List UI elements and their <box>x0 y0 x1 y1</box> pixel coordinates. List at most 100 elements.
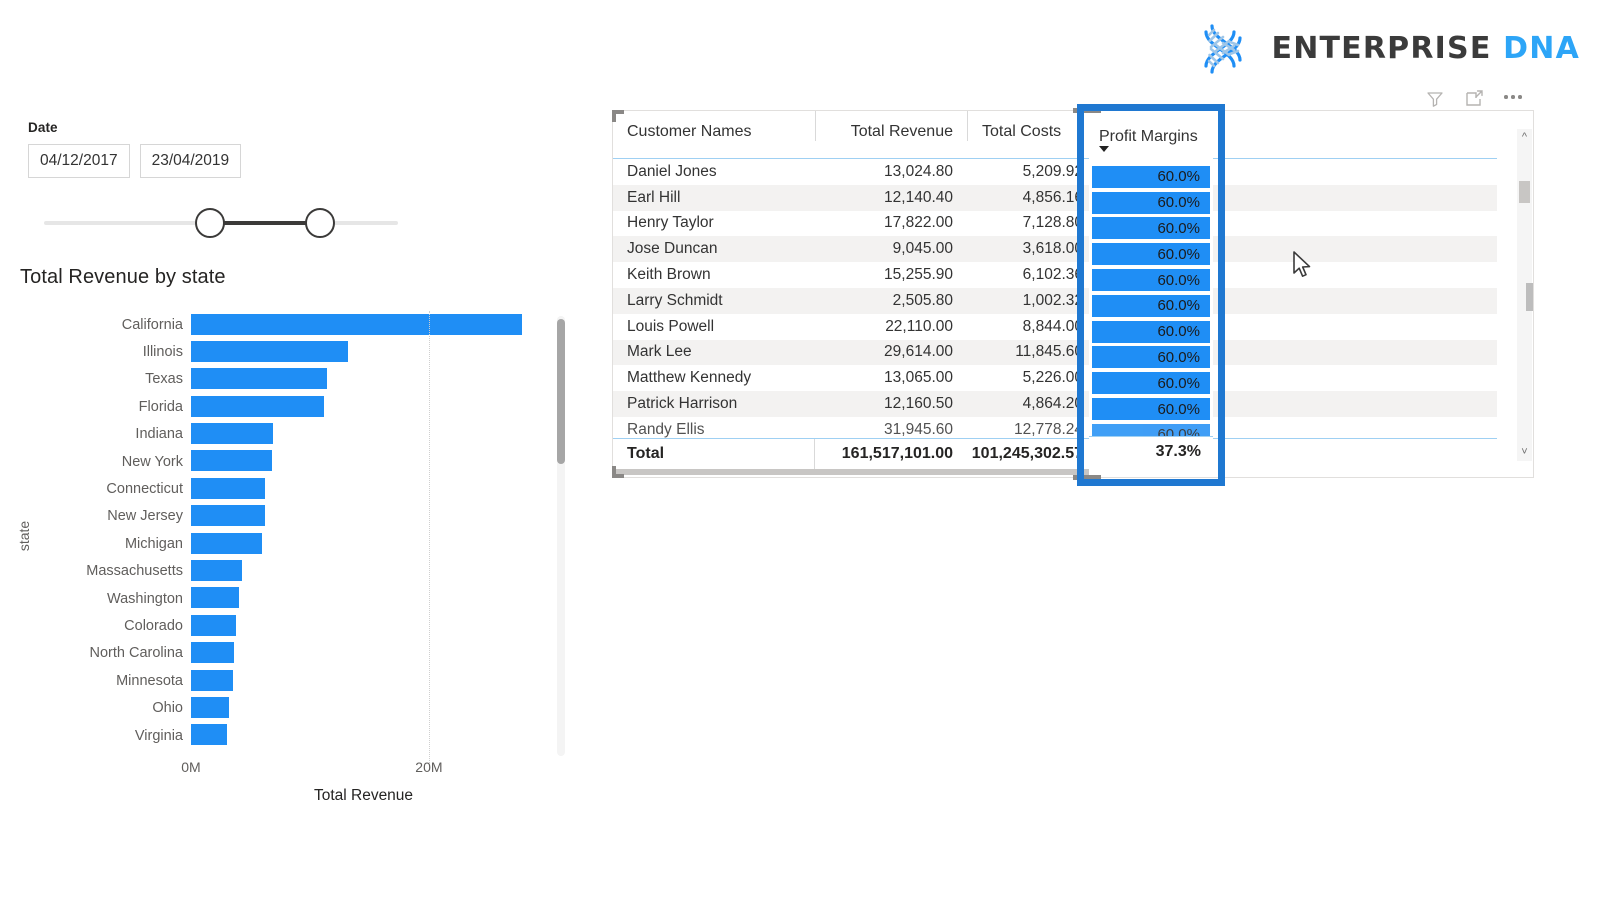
chart-bar-row[interactable]: Indiana <box>191 421 536 448</box>
visual-resize-handle-right[interactable] <box>1526 283 1533 311</box>
table-header-row: Customer Names Total Revenue Total Costs… <box>613 111 1497 159</box>
scroll-down-arrow-icon[interactable]: ˅ <box>1521 444 1527 461</box>
chart-bar[interactable] <box>191 697 229 718</box>
chart-bar-row[interactable]: Michigan <box>191 530 536 557</box>
focus-mode-icon[interactable] <box>1463 88 1485 110</box>
chart-bar[interactable] <box>191 505 265 526</box>
chart-bar-row[interactable]: Minnesota <box>191 667 536 694</box>
profit-margin-databar: 60.0% <box>1092 269 1210 291</box>
profit-margins-header[interactable]: Profit Margins <box>1089 116 1213 164</box>
chart-category-label: Minnesota <box>116 673 183 689</box>
table-row[interactable]: Randy Ellis31,945.6012,778.24 <box>613 417 1497 439</box>
cell-customer-name: Daniel Jones <box>613 163 815 181</box>
chart-bar-row[interactable]: Washington <box>191 585 536 612</box>
chart-bar-row[interactable]: California <box>191 311 536 338</box>
slicer-end-date-input[interactable]: 23/04/2019 <box>140 144 242 178</box>
cell-customer-name: Larry Schmidt <box>613 292 815 310</box>
selection-handle-bottom-middle[interactable] <box>1073 475 1101 480</box>
chart-bar-row[interactable]: Texas <box>191 366 536 393</box>
cell-total-revenue: 17,822.00 <box>815 214 967 232</box>
visual-header-toolbar <box>1424 86 1524 112</box>
chart-bar-row[interactable]: New Jersey <box>191 503 536 530</box>
cell-total-costs: 4,856.16 <box>967 189 1083 207</box>
selection-handle-top-middle[interactable] <box>1073 108 1101 113</box>
scroll-up-arrow-icon[interactable]: ^ <box>1522 129 1527 146</box>
table-horizontal-scrollbar-thumb[interactable] <box>613 469 1089 475</box>
slicer-handle-right[interactable] <box>305 208 335 238</box>
chart-category-label: Washington <box>107 591 183 607</box>
cell-total-revenue: 22,110.00 <box>815 318 967 336</box>
selection-handle-bottom-left[interactable] <box>612 466 624 478</box>
chart-category-label: Ohio <box>152 700 183 716</box>
profit-margins-column[interactable]: Profit Margins 60.0%60.0%60.0%60.0%60.0%… <box>1089 116 1213 474</box>
chart-bar[interactable] <box>191 560 242 581</box>
cell-total-costs: 7,128.80 <box>967 214 1083 232</box>
cell-total-revenue: 13,024.80 <box>815 163 967 181</box>
slicer-handle-left[interactable] <box>195 208 225 238</box>
table-row[interactable]: Jose Duncan9,045.003,618.00 <box>613 236 1497 262</box>
profit-margin-databar-row: 60.0% <box>1089 319 1213 345</box>
cell-total-costs: 12,778.24 <box>967 421 1083 439</box>
chart-bar[interactable] <box>191 533 262 554</box>
profit-margins-total: 37.3% <box>1089 436 1213 466</box>
total-revenue-by-state-chart[interactable]: Total Revenue by state state CaliforniaI… <box>16 266 576 826</box>
more-options-icon[interactable] <box>1502 86 1524 112</box>
filter-icon[interactable] <box>1424 88 1446 110</box>
table-row[interactable]: Louis Powell22,110.008,844.00 <box>613 314 1497 340</box>
table-grid: Customer Names Total Revenue Total Costs… <box>613 111 1497 477</box>
chart-bar[interactable] <box>191 670 233 691</box>
chart-bar-row[interactable]: Colorado <box>191 612 536 639</box>
chart-bar[interactable] <box>191 587 239 608</box>
column-header-total-revenue[interactable]: Total Revenue <box>815 111 967 141</box>
chart-bar-row[interactable]: North Carolina <box>191 640 536 667</box>
column-header-customer-names[interactable]: Customer Names <box>613 111 815 141</box>
table-row[interactable]: Earl Hill12,140.404,856.16 <box>613 185 1497 211</box>
chart-bar[interactable] <box>191 314 522 335</box>
chart-bar[interactable] <box>191 642 234 663</box>
selection-handle-top-left[interactable] <box>612 110 624 122</box>
chart-bar-row[interactable]: Florida <box>191 393 536 420</box>
chart-bar[interactable] <box>191 478 265 499</box>
cell-customer-name: Mark Lee <box>613 343 815 361</box>
table-row[interactable]: Patrick Harrison12,160.504,864.20 <box>613 391 1497 417</box>
customer-profitability-table[interactable]: Customer Names Total Revenue Total Costs… <box>612 110 1534 478</box>
table-row[interactable]: Keith Brown15,255.906,102.36 <box>613 262 1497 288</box>
chart-bar[interactable] <box>191 396 324 417</box>
slicer-range-track[interactable] <box>28 202 398 244</box>
chart-bar[interactable] <box>191 450 272 471</box>
chart-bar-row[interactable]: Connecticut <box>191 475 536 502</box>
chart-category-label: Florida <box>139 399 183 415</box>
chart-vertical-scrollbar-thumb[interactable] <box>557 319 565 464</box>
table-row[interactable]: Daniel Jones13,024.805,209.92 <box>613 159 1497 185</box>
cell-total-costs: 11,845.60 <box>967 343 1083 361</box>
chart-bar[interactable] <box>191 423 273 444</box>
chart-bar[interactable] <box>191 615 236 636</box>
chart-bar-row[interactable]: Massachusetts <box>191 558 536 585</box>
slicer-date-inputs: 04/12/2017 23/04/2019 <box>28 144 408 178</box>
table-row[interactable]: Larry Schmidt2,505.801,002.32 <box>613 288 1497 314</box>
table-vertical-scrollbar-thumb[interactable] <box>1519 181 1530 203</box>
column-header-total-costs[interactable]: Total Costs <box>967 111 1083 141</box>
profit-margin-databar-row: 60.0% <box>1089 216 1213 242</box>
chart-bar-row[interactable]: Virginia <box>191 722 536 749</box>
cell-total-revenue: 12,160.50 <box>815 395 967 413</box>
table-row[interactable]: Mark Lee29,614.0011,845.60 <box>613 340 1497 366</box>
chart-bar[interactable] <box>191 368 327 389</box>
sort-descending-icon[interactable] <box>1099 146 1109 152</box>
chart-bar-row[interactable]: New York <box>191 448 536 475</box>
cell-total-revenue: 12,140.40 <box>815 189 967 207</box>
brand-logo: ENTERPRISE DNA <box>1196 18 1581 78</box>
chart-bar-row[interactable]: Illinois <box>191 338 536 365</box>
profit-margin-databar: 60.0% <box>1092 295 1210 317</box>
table-row[interactable]: Henry Taylor17,822.007,128.80 <box>613 211 1497 237</box>
table-row[interactable]: Matthew Kennedy13,065.005,226.00 <box>613 365 1497 391</box>
chart-bar[interactable] <box>191 724 227 745</box>
date-slicer: Date 04/12/2017 23/04/2019 <box>28 120 408 244</box>
more-dot <box>1518 95 1522 99</box>
chart-bar-row[interactable]: Ohio <box>191 694 536 721</box>
chart-category-label: Texas <box>145 371 183 387</box>
chart-bar[interactable] <box>191 341 348 362</box>
cell-total-revenue: 13,065.00 <box>815 369 967 387</box>
slicer-start-date-input[interactable]: 04/12/2017 <box>28 144 130 178</box>
profit-margins-header-label: Profit Margins <box>1089 116 1213 146</box>
